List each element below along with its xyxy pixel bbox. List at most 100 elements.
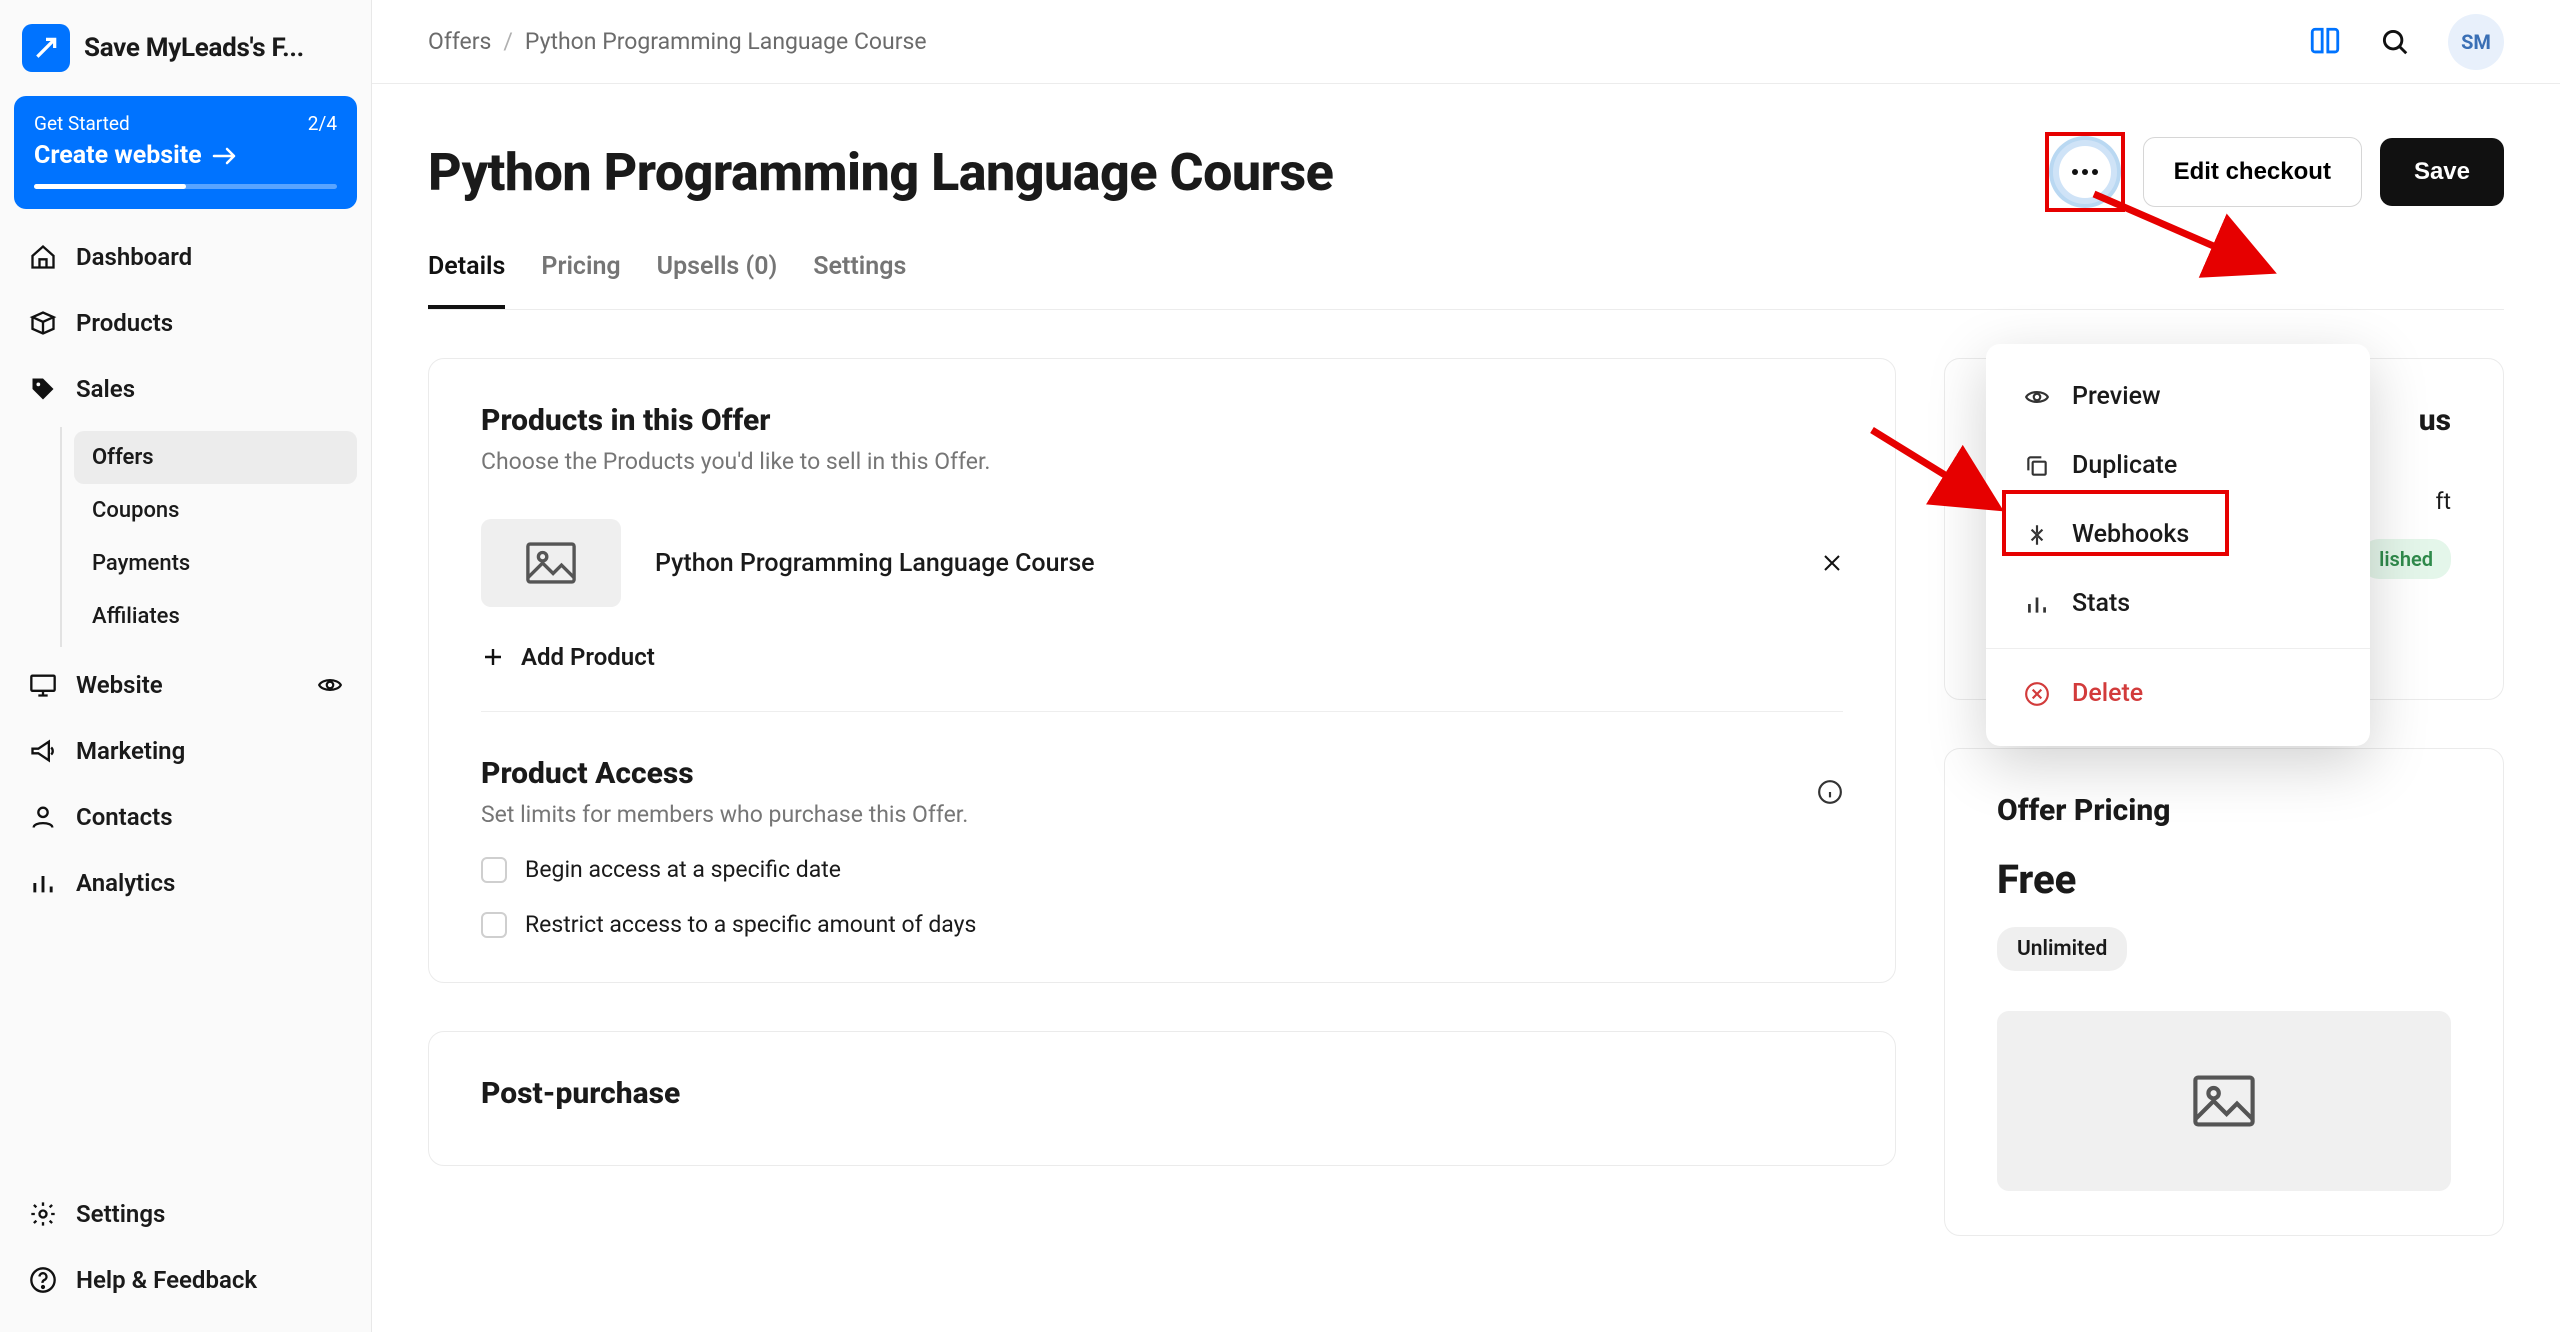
products-card: Products in this Offer Choose the Produc… (428, 358, 1896, 983)
product-thumb (481, 519, 621, 607)
get-started-label: Get Started (34, 112, 130, 135)
nav-label: Website (76, 671, 163, 699)
menu-label: Delete (2072, 679, 2143, 708)
nav-label: Settings (76, 1200, 165, 1228)
tab-pricing[interactable]: Pricing (541, 252, 620, 309)
menu-label: Webhooks (2072, 520, 2189, 549)
nav-analytics[interactable]: Analytics (14, 855, 357, 911)
price-value: Free (1997, 856, 2451, 903)
nav-sub-coupons[interactable]: Coupons (74, 484, 357, 537)
ellipsis-icon (2071, 168, 2099, 176)
get-started-progress: 2/4 (308, 112, 337, 135)
annotation-frame-more (2045, 132, 2125, 212)
menu-label: Stats (2072, 589, 2130, 618)
arrow-right-icon (212, 146, 238, 166)
post-purchase-title: Post-purchase (481, 1076, 1843, 1111)
edit-checkout-button[interactable]: Edit checkout (2143, 137, 2362, 207)
pricing-preview (1997, 1011, 2451, 1191)
info-icon[interactable] (1817, 779, 1843, 805)
nav-marketing[interactable]: Marketing (14, 723, 357, 779)
nav-sales-sub: Offers Coupons Payments Affiliates (60, 427, 357, 647)
nav-sales[interactable]: Sales (14, 361, 357, 417)
nav-label: Products (76, 309, 173, 337)
add-product-button[interactable]: Add Product (481, 643, 1843, 671)
brand[interactable]: Save MyLeads's F... (14, 24, 357, 82)
add-product-label: Add Product (521, 643, 655, 671)
unlimited-chip: Unlimited (1997, 927, 2127, 971)
published-pill: lished (2361, 539, 2451, 579)
checkbox[interactable] (481, 912, 507, 938)
nav-label: Dashboard (76, 243, 192, 271)
nav-help[interactable]: Help & Feedback (14, 1252, 357, 1308)
tab-settings[interactable]: Settings (813, 252, 906, 309)
breadcrumb-root[interactable]: Offers (428, 28, 491, 55)
stats-icon (2022, 591, 2052, 617)
menu-duplicate[interactable]: Duplicate (1986, 431, 2370, 500)
menu-webhooks[interactable]: Webhooks (1986, 500, 2370, 569)
help-icon (28, 1266, 58, 1294)
close-icon (1821, 552, 1843, 574)
box-icon (28, 309, 58, 337)
access-opt1-label: Begin access at a specific date (525, 856, 841, 883)
webhook-icon (2022, 522, 2052, 548)
access-option-restrict[interactable]: Restrict access to a specific amount of … (481, 911, 1843, 938)
get-started-card[interactable]: Get Started 2/4 Create website (14, 96, 357, 209)
menu-preview[interactable]: Preview (1986, 362, 2370, 431)
breadcrumb-current: Python Programming Language Course (525, 28, 927, 55)
megaphone-icon (28, 737, 58, 765)
access-sub: Set limits for members who purchase this… (481, 801, 968, 828)
tag-icon (28, 375, 58, 403)
nav-products[interactable]: Products (14, 295, 357, 351)
nav-website[interactable]: Website (14, 657, 357, 713)
progress-bar (34, 184, 337, 189)
tab-details[interactable]: Details (428, 252, 505, 309)
eye-icon (2022, 384, 2052, 410)
menu-delete[interactable]: Delete (1986, 659, 2370, 728)
main: Offers / Python Programming Language Cou… (372, 0, 2560, 1332)
nav-sub-offers[interactable]: Offers (74, 431, 357, 484)
nav-contacts[interactable]: Contacts (14, 789, 357, 845)
menu-label: Duplicate (2072, 451, 2177, 480)
nav-sub-affiliates[interactable]: Affiliates (74, 590, 357, 643)
pricing-card: Offer Pricing Free Unlimited (1944, 748, 2504, 1236)
access-option-begin[interactable]: Begin access at a specific date (481, 856, 1843, 883)
book-icon[interactable] (2308, 25, 2342, 59)
copy-icon (2022, 453, 2052, 479)
nav-label: Marketing (76, 737, 185, 765)
nav-settings[interactable]: Settings (14, 1186, 357, 1242)
home-icon (28, 243, 58, 271)
save-button[interactable]: Save (2380, 138, 2504, 206)
user-icon (28, 803, 58, 831)
nav-label: Help & Feedback (76, 1266, 257, 1294)
menu-stats[interactable]: Stats (1986, 569, 2370, 638)
eye-icon[interactable] (317, 672, 343, 698)
brand-title: Save MyLeads's F... (84, 33, 304, 63)
gear-icon (28, 1200, 58, 1228)
brand-logo (22, 24, 70, 72)
more-button[interactable] (2053, 140, 2117, 204)
search-icon[interactable] (2380, 27, 2410, 57)
avatar[interactable]: SM (2448, 14, 2504, 70)
access-opt2-label: Restrict access to a specific amount of … (525, 911, 976, 938)
page-title: Python Programming Language Course (428, 142, 1333, 203)
plus-icon (481, 645, 505, 669)
sidebar: Save MyLeads's F... Get Started 2/4 Crea… (0, 0, 372, 1332)
remove-product-button[interactable] (1821, 552, 1843, 574)
breadcrumb-sep: / (503, 28, 513, 55)
post-purchase-card: Post-purchase (428, 1031, 1896, 1166)
product-row: Python Programming Language Course (481, 513, 1843, 613)
nav-dashboard[interactable]: Dashboard (14, 229, 357, 285)
get-started-cta: Create website (34, 141, 202, 170)
tab-upsells[interactable]: Upsells (0) (657, 252, 778, 309)
access-title: Product Access (481, 756, 968, 791)
checkbox[interactable] (481, 857, 507, 883)
more-menu: Preview Duplicate Webhooks Stats De (1986, 344, 2370, 746)
bars-icon (28, 869, 58, 897)
nav-label: Analytics (76, 869, 175, 897)
tabs: Details Pricing Upsells (0) Settings (428, 252, 2504, 310)
nav-label: Contacts (76, 803, 173, 831)
nav-sub-payments[interactable]: Payments (74, 537, 357, 590)
menu-label: Preview (2072, 382, 2161, 411)
breadcrumb: Offers / Python Programming Language Cou… (428, 28, 927, 55)
topbar: Offers / Python Programming Language Cou… (372, 0, 2560, 84)
